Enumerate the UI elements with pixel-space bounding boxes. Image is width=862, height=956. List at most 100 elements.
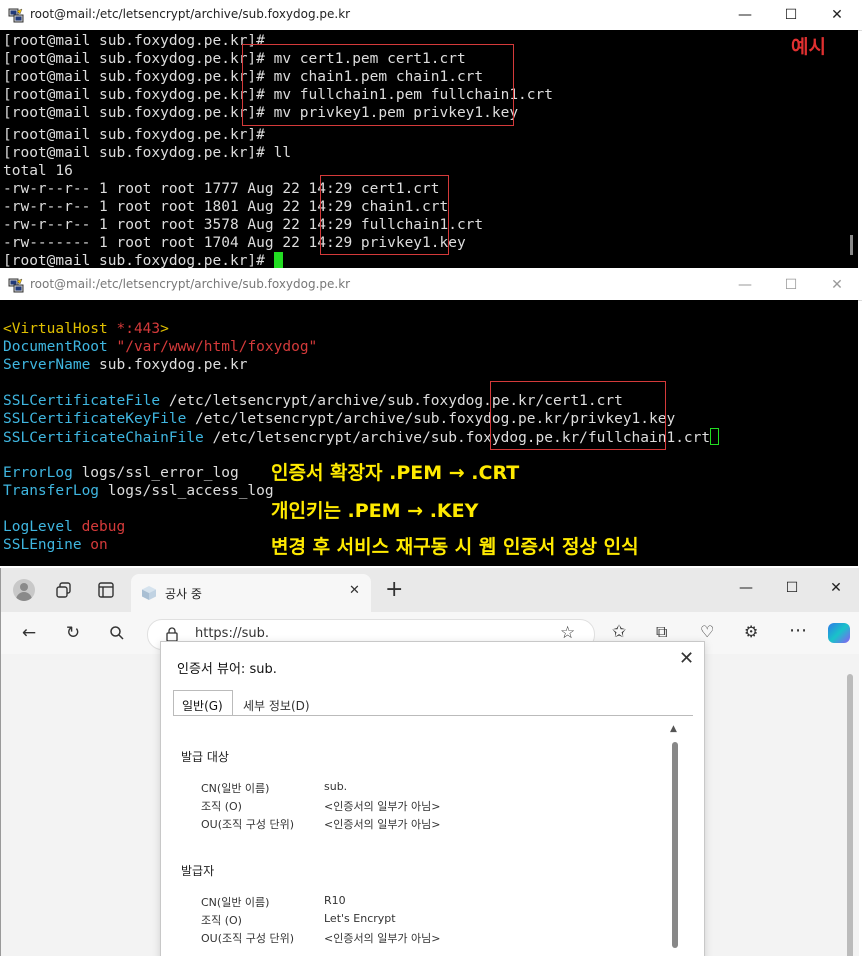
field-value: Let's Encrypt (324, 912, 396, 925)
cube-favicon-icon (142, 586, 156, 600)
tab-details[interactable]: 세부 정보(D) (243, 697, 310, 714)
directive-value: debug (72, 519, 126, 535)
tab-label: 일반(G) (182, 699, 223, 713)
favorites-icon[interactable]: ✩ (612, 622, 626, 642)
terminal-window-2: root@mail:/etc/letsencrypt/archive/sub.f… (0, 270, 862, 566)
search-icon[interactable] (101, 617, 133, 649)
scrollbar-thumb[interactable] (847, 674, 853, 956)
tab-general[interactable]: 일반(G) (173, 690, 233, 716)
tab-active[interactable]: 공사 중 ✕ (131, 574, 371, 612)
close-button[interactable]: ✕ (814, 270, 860, 300)
scrollbar-thumb[interactable] (850, 235, 853, 255)
page-content: 인증서 뷰어: sub. ✕ 일반(G) 세부 정보(D) ▲ 발급 대상 CN… (1, 641, 859, 956)
directive-value: logs/ssl_error_log (72, 465, 239, 481)
field-label: OU(조직 구성 단위) (201, 932, 295, 945)
highlight-box (320, 175, 449, 255)
title-bar[interactable]: root@mail:/etc/letsencrypt/archive/sub.f… (0, 270, 862, 301)
terminal-screen[interactable]: <VirtualHost *:443> DocumentRoot "/var/w… (0, 300, 858, 566)
directive: LogLevel (3, 519, 73, 535)
dialog-title: 인증서 뷰어: sub. (177, 662, 277, 677)
workspaces-icon[interactable] (55, 581, 73, 599)
copilot-icon[interactable] (828, 623, 850, 643)
collections-icon[interactable]: ⧉ (656, 622, 667, 642)
lock-icon[interactable] (165, 627, 179, 642)
directive: SSLEngine (3, 537, 82, 553)
page-scrollbar[interactable] (843, 664, 857, 956)
terminal-line: [root@mail sub.foxydog.pe.kr]# ll (3, 145, 292, 161)
dialog-scrollbar-thumb[interactable] (672, 742, 678, 948)
certificate-viewer-dialog: 인증서 뷰어: sub. ✕ 일반(G) 세부 정보(D) ▲ 발급 대상 CN… (160, 641, 705, 956)
config-line: ServerName sub.foxydog.pe.kr (3, 356, 247, 374)
extensions-icon[interactable]: ⚙ (744, 622, 758, 641)
maximize-button[interactable]: ☐ (768, 270, 814, 300)
field-value: R10 (324, 894, 346, 907)
field-value: <인증서의 일부가 아님> (324, 818, 441, 831)
putty-icon (8, 278, 24, 293)
directive: SSLCertificateFile (3, 393, 161, 409)
tag-port: *:443 (107, 321, 161, 337)
window-title: root@mail:/etc/letsencrypt/archive/sub.f… (30, 277, 351, 291)
field-value: <인증서의 일부가 아님> (324, 800, 441, 813)
field-value: sub. (324, 780, 348, 793)
config-line: TransferLog logs/ssl_access_log (3, 482, 274, 500)
config-line: SSLEngine on (3, 536, 108, 554)
directive-value: on (81, 537, 108, 553)
browser-window: 공사 중 ✕ + — ☐ ✕ ← ↻ https://sub. ☆ ✩ ⧉ ♡ … (0, 568, 862, 956)
more-options-icon[interactable]: ⋯ (789, 620, 807, 641)
field-label: CN(일반 이름) (201, 782, 270, 795)
profile-avatar-icon[interactable] (13, 579, 35, 601)
tab-title: 공사 중 (165, 587, 202, 601)
field-value: <인증서의 일부가 아님> (324, 932, 441, 945)
maximize-button[interactable]: ☐ (768, 0, 814, 30)
scroll-up-arrow-icon[interactable]: ▲ (670, 724, 677, 734)
close-button[interactable]: ✕ (813, 568, 859, 608)
config-line: LogLevel debug (3, 518, 125, 536)
close-tab-icon[interactable]: ✕ (349, 583, 360, 598)
window-title: root@mail:/etc/letsencrypt/archive/sub.f… (30, 7, 351, 21)
directive: SSLCertificateChainFile (3, 430, 204, 446)
minimize-button[interactable]: — (723, 568, 769, 608)
tag-close: > (160, 321, 169, 337)
directive: TransferLog (3, 483, 100, 499)
highlight-box (490, 381, 666, 450)
minimize-button[interactable]: — (722, 270, 768, 300)
field-label: 조직 (O) (201, 914, 242, 927)
text-cursor (710, 428, 720, 445)
maximize-button[interactable]: ☐ (769, 568, 815, 608)
url-text[interactable]: https://sub. (195, 626, 269, 641)
tab-bar: 공사 중 ✕ + — ☐ ✕ (1, 568, 859, 612)
prompt-text: [root@mail sub.foxydog.pe.kr]# (3, 253, 274, 268)
directive: DocumentRoot (3, 339, 108, 355)
field-label: CN(일반 이름) (201, 896, 270, 909)
highlight-box (242, 44, 514, 126)
config-line: ErrorLog logs/ssl_error_log (3, 464, 239, 482)
directive-value: "/var/www/html/foxydog" (107, 339, 318, 355)
tab-actions-icon[interactable] (97, 581, 115, 599)
directive-value: logs/ssl_access_log (99, 483, 274, 499)
config-line: <VirtualHost *:443> (3, 320, 169, 338)
terminal-window-1: root@mail:/etc/letsencrypt/archive/sub.f… (0, 0, 862, 268)
title-bar[interactable]: root@mail:/etc/letsencrypt/archive/sub.f… (0, 0, 862, 31)
annotation-text: 인증서 확장자 .PEM → .CRT (271, 462, 520, 484)
field-label: 조직 (O) (201, 800, 242, 813)
browser-essentials-icon[interactable]: ♡ (700, 622, 714, 641)
directive-value: sub.foxydog.pe.kr (90, 357, 248, 373)
example-label: 예시 (791, 36, 826, 58)
tab-divider (173, 715, 693, 716)
dialog-close-icon[interactable]: ✕ (679, 648, 694, 669)
favorite-star-icon[interactable]: ☆ (560, 623, 575, 643)
annotation-text: 변경 후 서비스 재구동 시 웹 인증서 정상 인식 (271, 536, 639, 558)
putty-icon (8, 8, 24, 23)
minimize-button[interactable]: — (722, 0, 768, 30)
new-tab-icon[interactable]: + (385, 577, 403, 602)
directive: SSLCertificateKeyFile (3, 411, 187, 427)
close-button[interactable]: ✕ (814, 0, 860, 30)
terminal-screen[interactable]: [root@mail sub.foxydog.pe.kr]# [root@mai… (0, 30, 858, 268)
refresh-icon[interactable]: ↻ (57, 617, 89, 649)
annotation-text: 개인키는 .PEM → .KEY (271, 500, 479, 522)
directive: ServerName (3, 357, 91, 373)
terminal-line: [root@mail sub.foxydog.pe.kr]# (3, 127, 265, 143)
directive: ErrorLog (3, 465, 73, 481)
issued-by-heading: 발급자 (181, 864, 215, 878)
back-arrow-icon[interactable]: ← (13, 617, 45, 649)
